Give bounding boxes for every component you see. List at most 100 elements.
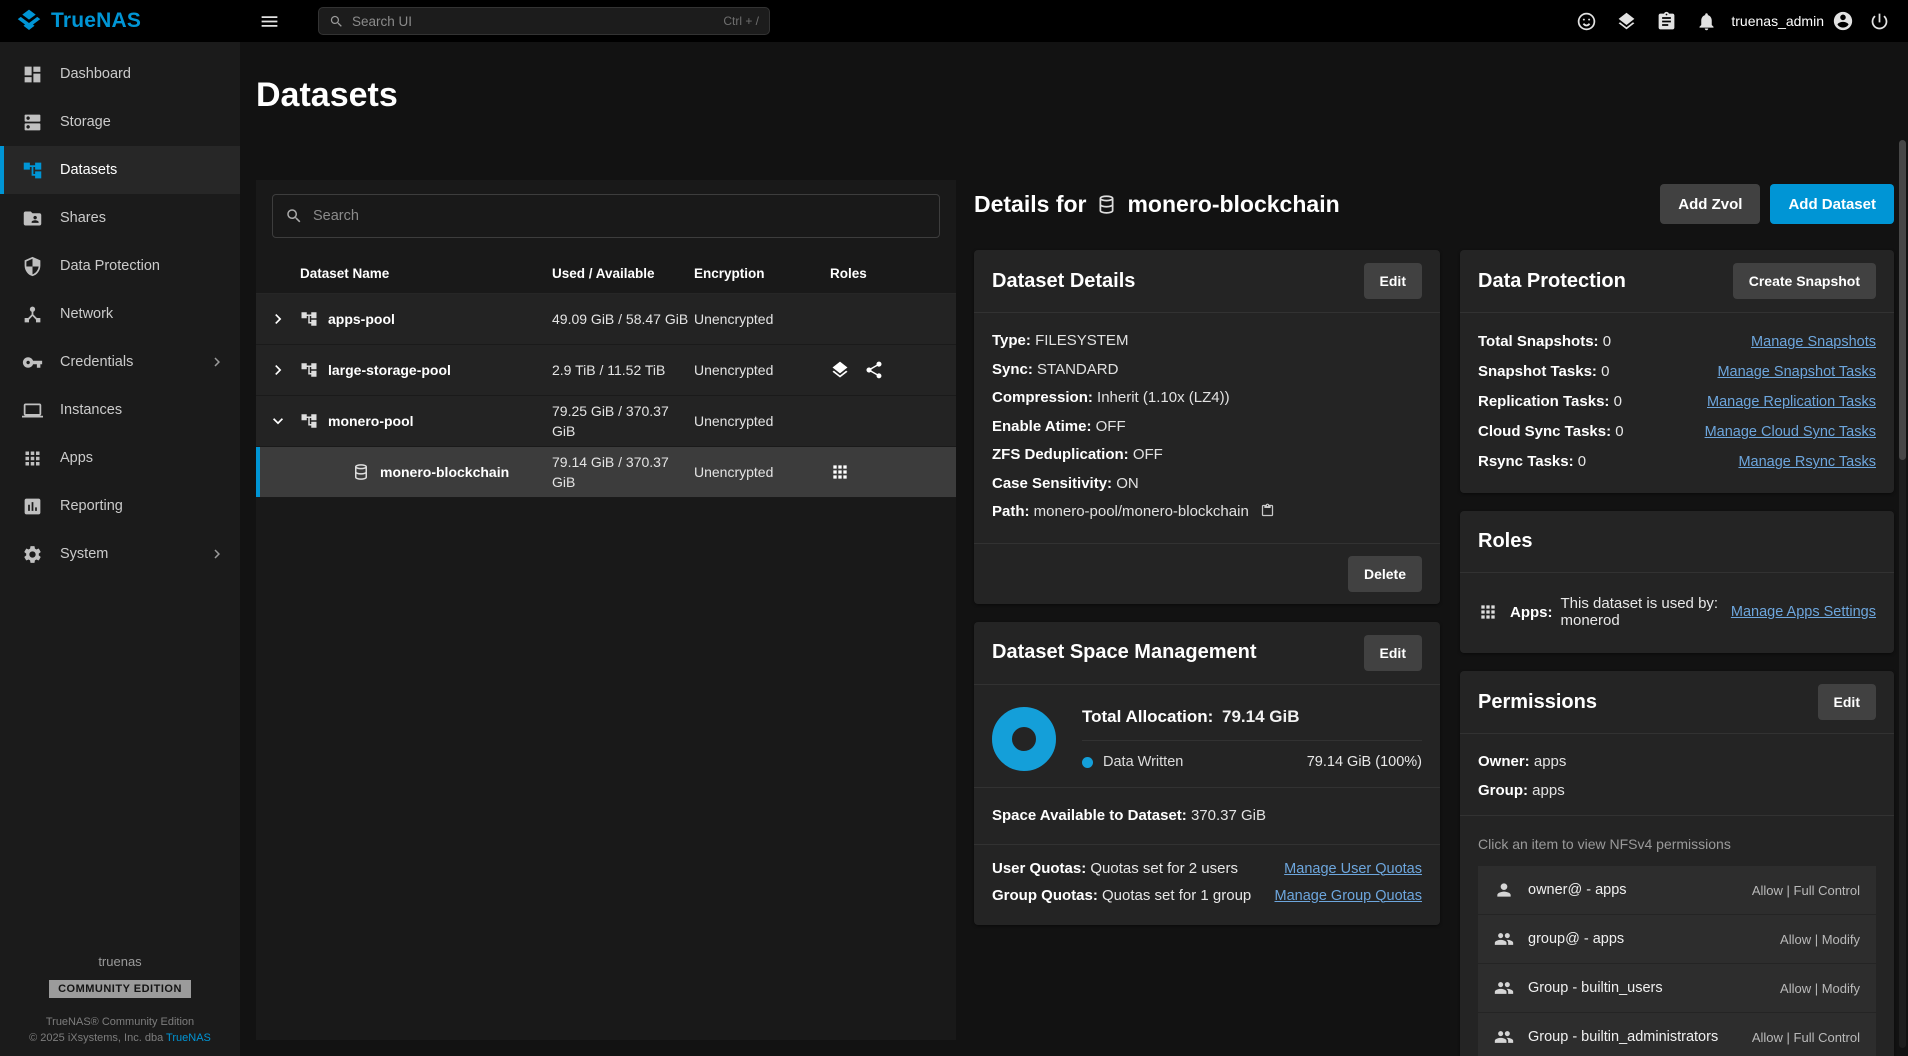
truenas-logo-icon [16, 8, 42, 34]
legend-label: Data Written [1103, 754, 1183, 770]
sidebar-item-label: Network [60, 306, 113, 322]
sidebar-item-label: Dashboard [60, 66, 131, 82]
bar-chart-icon [22, 496, 43, 517]
copy-path-button[interactable] [1260, 503, 1275, 518]
field-label: Compression: [992, 389, 1093, 406]
dp-value: 0 [1603, 333, 1611, 350]
add-zvol-button[interactable]: Add Zvol [1660, 184, 1760, 224]
user-icon [1494, 880, 1514, 900]
bell-icon [1696, 11, 1717, 32]
field-value: ON [1116, 475, 1139, 492]
group-icon [1494, 978, 1514, 998]
manage-snapshot-tasks-link[interactable]: Manage Snapshot Tasks [1717, 364, 1876, 380]
edit-space-button[interactable]: Edit [1364, 635, 1422, 671]
dataset-row-monero-pool[interactable]: monero-pool 79.25 GiB / 370.37 GiB Unenc… [256, 396, 956, 447]
dataset-row-apps-pool[interactable]: apps-pool 49.09 GiB / 58.47 GiB Unencryp… [256, 294, 956, 345]
apps-role-icon [830, 360, 850, 380]
sidebar-item-credentials[interactable]: Credentials [0, 338, 240, 386]
scrollbar-thumb[interactable] [1899, 140, 1906, 460]
truecommand-button[interactable] [1611, 6, 1641, 36]
dp-label: Total Snapshots: [1478, 333, 1599, 350]
manage-apps-settings-link[interactable]: Manage Apps Settings [1731, 604, 1876, 620]
collapse-chevron-icon[interactable] [256, 411, 300, 431]
smiley-icon [1576, 11, 1597, 32]
sidebar-item-instances[interactable]: Instances [0, 386, 240, 434]
account-circle-icon [1832, 10, 1854, 32]
search-icon [285, 207, 303, 225]
group-quotas-value: Quotas set for 1 group [1102, 887, 1251, 904]
expand-chevron-icon[interactable] [256, 309, 300, 329]
dataset-encryption: Unencrypted [694, 413, 816, 429]
legend-dot-icon [1082, 757, 1093, 768]
feedback-button[interactable] [1571, 6, 1601, 36]
jobs-button[interactable] [1651, 6, 1681, 36]
content-area: Dataset Name Used / Available Encryption… [256, 180, 1894, 1056]
sidebar-item-network[interactable]: Network [0, 290, 240, 338]
chevron-right-icon [208, 545, 226, 563]
card-title: Data Protection [1478, 270, 1626, 293]
sidebar-item-reporting[interactable]: Reporting [0, 482, 240, 530]
field-label: Enable Atime: [992, 418, 1091, 435]
expand-chevron-icon[interactable] [256, 360, 300, 380]
sidebar-item-dashboard[interactable]: Dashboard [0, 50, 240, 98]
permissions-list: owner@ - apps Allow | Full Control group… [1478, 866, 1876, 1056]
edit-dataset-details-button[interactable]: Edit [1364, 263, 1422, 299]
roles-apps-label: Apps: [1510, 604, 1553, 621]
page-scrollbar[interactable] [1899, 140, 1906, 1048]
permission-item-builtin-administrators[interactable]: Group - builtin_administrators Allow | F… [1478, 1013, 1876, 1056]
space-management-card: Dataset Space Management Edit Total Allo… [974, 622, 1440, 926]
dataset-icon [300, 310, 318, 328]
tree-table-header: Dataset Name Used / Available Encryption… [256, 254, 956, 294]
owner-label: Owner: [1478, 753, 1530, 770]
menu-toggle-button[interactable] [254, 6, 284, 36]
sidebar-item-storage[interactable]: Storage [0, 98, 240, 146]
global-search[interactable]: Ctrl + / [318, 7, 770, 35]
manage-rsync-tasks-link[interactable]: Manage Rsync Tasks [1738, 454, 1876, 470]
legend-value: 79.14 GiB (100%) [1307, 754, 1422, 770]
sidebar-item-shares[interactable]: Shares [0, 194, 240, 242]
sidebar-item-data-protection[interactable]: Data Protection [0, 242, 240, 290]
truenas-brand[interactable]: TrueNAS [0, 8, 240, 34]
add-dataset-button[interactable]: Add Dataset [1770, 184, 1894, 224]
manage-cloud-sync-tasks-link[interactable]: Manage Cloud Sync Tasks [1705, 424, 1876, 440]
permission-item-group-at[interactable]: group@ - apps Allow | Modify [1478, 915, 1876, 964]
dataset-search-input[interactable] [313, 208, 927, 224]
topbar: TrueNAS Ctrl + / truenas_admin [0, 0, 1908, 42]
dashboard-icon [22, 64, 43, 85]
manage-user-quotas-link[interactable]: Manage User Quotas [1284, 861, 1422, 877]
manage-snapshots-link[interactable]: Manage Snapshots [1751, 334, 1876, 350]
field-value: FILESYSTEM [1035, 332, 1128, 349]
shield-icon [22, 256, 43, 277]
page-title: Datasets [256, 76, 1908, 115]
permission-item-builtin-users[interactable]: Group - builtin_users Allow | Modify [1478, 964, 1876, 1013]
dp-label: Cloud Sync Tasks: [1478, 423, 1611, 440]
sidebar-item-datasets[interactable]: Datasets [0, 146, 240, 194]
dataset-row-monero-blockchain[interactable]: monero-blockchain 79.14 GiB / 370.37 GiB… [256, 447, 956, 498]
dataset-row-large-storage-pool[interactable]: large-storage-pool 2.9 TiB / 11.52 TiB U… [256, 345, 956, 396]
manage-replication-tasks-link[interactable]: Manage Replication Tasks [1707, 394, 1876, 410]
alerts-button[interactable] [1691, 6, 1721, 36]
sidebar-item-label: Shares [60, 210, 106, 226]
create-snapshot-button[interactable]: Create Snapshot [1733, 263, 1876, 299]
dp-value: 0 [1601, 363, 1609, 380]
delete-dataset-button[interactable]: Delete [1348, 556, 1422, 592]
user-menu-button[interactable]: truenas_admin [1731, 10, 1854, 32]
permission-item-owner[interactable]: owner@ - apps Allow | Full Control [1478, 866, 1876, 915]
clipboard-icon [1656, 11, 1677, 32]
sidebar-item-system[interactable]: System [0, 530, 240, 578]
truenas-link[interactable]: TrueNAS [166, 1032, 211, 1044]
sidebar-item-label: Instances [60, 402, 122, 418]
manage-group-quotas-link[interactable]: Manage Group Quotas [1274, 888, 1422, 904]
brand-name: TrueNAS [51, 9, 141, 33]
dp-label: Snapshot Tasks: [1478, 363, 1597, 380]
dataset-icon [300, 412, 318, 430]
details-title: Details for monero-blockchain [974, 191, 1340, 218]
power-button[interactable] [1864, 6, 1894, 36]
sidebar-item-apps[interactable]: Apps [0, 434, 240, 482]
edit-permissions-button[interactable]: Edit [1818, 684, 1876, 720]
global-search-input[interactable] [352, 14, 715, 29]
apps-grid-icon [1478, 602, 1498, 622]
apps-grid-role-icon [830, 462, 850, 482]
dataset-search[interactable] [272, 194, 940, 238]
column-encryption: Encryption [694, 266, 816, 281]
